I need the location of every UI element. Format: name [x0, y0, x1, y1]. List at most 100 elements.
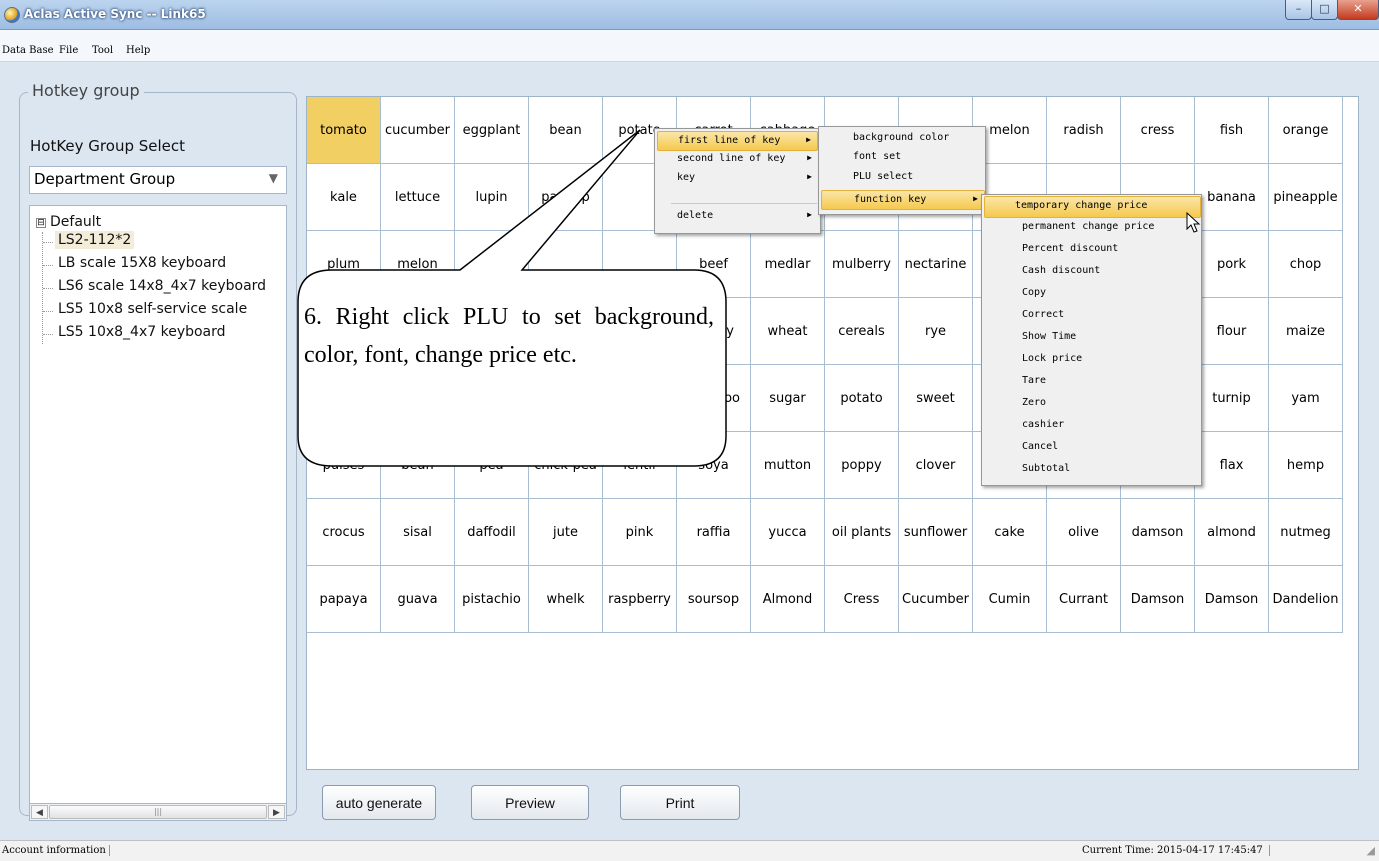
menu-item[interactable]: background color [821, 129, 985, 149]
tree-node[interactable]: LS5 10x8 self-service scale [43, 301, 251, 322]
menu-item[interactable]: Subtotal [984, 460, 1201, 482]
plu-key[interactable]: hemp [1269, 432, 1343, 499]
plu-key[interactable]: mutton [751, 432, 825, 499]
menu-item[interactable]: Show Time [984, 328, 1201, 350]
scrollbar-thumb[interactable]: ||| [49, 805, 267, 819]
plu-key[interactable]: nectarine [899, 231, 973, 298]
scroll-left-icon[interactable]: ◀ [31, 805, 48, 819]
plu-key[interactable]: maize [1269, 298, 1343, 365]
plu-key[interactable]: oil plants [825, 499, 899, 566]
plu-key[interactable]: Almond [751, 566, 825, 633]
plu-key[interactable]: banana [1195, 164, 1269, 231]
plu-key[interactable]: raffia [677, 499, 751, 566]
tree-node[interactable]: LS2-112*2 [43, 231, 135, 253]
menu-item[interactable]: delete ▶ [657, 207, 818, 227]
menu-item[interactable]: Cancel [984, 438, 1201, 460]
menu-database[interactable]: Data Base [2, 45, 54, 56]
close-button[interactable]: ✕ [1337, 0, 1379, 20]
plu-key[interactable]: soursop [677, 566, 751, 633]
preview-button[interactable]: Preview [471, 785, 589, 820]
plu-key[interactable]: radish [1047, 97, 1121, 164]
menu-item[interactable]: key ▶ [657, 169, 818, 189]
plu-key[interactable]: crocus [307, 499, 381, 566]
plu-key[interactable]: Damson [1195, 566, 1269, 633]
plu-key[interactable]: yam [1269, 365, 1343, 432]
plu-key[interactable]: papaya [307, 566, 381, 633]
plu-key[interactable]: Cucumber [899, 566, 973, 633]
plu-key[interactable]: clover [899, 432, 973, 499]
menu-item[interactable]: second line of key ▶ [657, 150, 818, 170]
menu-file[interactable]: File [59, 45, 78, 56]
menu-item[interactable]: cashier [984, 416, 1201, 438]
tree-node[interactable]: LS6 scale 14x8_4x7 keyboard [43, 278, 270, 299]
plu-key[interactable]: Damson [1121, 566, 1195, 633]
plu-key[interactable]: jute [529, 499, 603, 566]
tree-node[interactable]: LB scale 15X8 keyboard [43, 255, 230, 276]
plu-key[interactable]: cake [973, 499, 1047, 566]
menu-item[interactable]: first line of key ▶ [657, 131, 818, 151]
menu-help[interactable]: Help [126, 45, 150, 56]
tree-node[interactable]: LS5 10x8_4x7 keyboard [43, 324, 229, 345]
plu-key[interactable]: mulberry [825, 231, 899, 298]
auto-generate-button[interactable]: auto generate [322, 785, 436, 820]
plu-key[interactable]: cereals [825, 298, 899, 365]
menu-tool[interactable]: Tool [92, 45, 113, 56]
tree-root-default[interactable]: ⊟ Default [36, 214, 101, 230]
menu-item[interactable]: Percent discount [984, 240, 1201, 262]
plu-key[interactable]: turnip [1195, 365, 1269, 432]
department-group-select[interactable]: Department Group ▼ [29, 166, 287, 194]
plu-key[interactable]: flax [1195, 432, 1269, 499]
plu-key[interactable]: rye [899, 298, 973, 365]
plu-key[interactable]: pink [603, 499, 677, 566]
plu-key[interactable]: almond [1195, 499, 1269, 566]
print-button[interactable]: Print [620, 785, 740, 820]
menu-item[interactable]: PLU select [821, 168, 985, 188]
plu-key[interactable]: guava [381, 566, 455, 633]
plu-key[interactable]: sisal [381, 499, 455, 566]
plu-key[interactable]: orange [1269, 97, 1343, 164]
menu-item[interactable]: Cash discount [984, 262, 1201, 284]
collapse-icon[interactable]: ⊟ [36, 218, 46, 228]
menu-item[interactable]: Copy [984, 284, 1201, 306]
plu-key[interactable]: nutmeg [1269, 499, 1343, 566]
hotkey-group-tree[interactable]: ⊟ Default LS2-112*2 LB scale 15X8 keyboard… [29, 205, 287, 808]
plu-key[interactable]: poppy [825, 432, 899, 499]
scroll-right-icon[interactable]: ▶ [268, 805, 285, 819]
maximize-button[interactable]: □ [1311, 0, 1338, 20]
plu-key[interactable]: sunflower [899, 499, 973, 566]
resize-grip-icon[interactable]: ◢ [1367, 844, 1375, 857]
plu-key[interactable]: Cress [825, 566, 899, 633]
plu-key[interactable]: pineapple [1269, 164, 1343, 231]
plu-key[interactable]: damson [1121, 499, 1195, 566]
plu-key[interactable]: whelk [529, 566, 603, 633]
menu-item[interactable]: temporary change price [984, 196, 1201, 218]
horizontal-scrollbar[interactable]: ◀ ||| ▶ [29, 803, 287, 821]
plu-key[interactable]: pistachio [455, 566, 529, 633]
menu-item[interactable]: Lock price [984, 350, 1201, 372]
plu-key[interactable]: wheat [751, 298, 825, 365]
plu-key[interactable]: Cumin [973, 566, 1047, 633]
plu-key[interactable]: chop [1269, 231, 1343, 298]
plu-key[interactable]: potato [825, 365, 899, 432]
plu-key[interactable]: pork [1195, 231, 1269, 298]
plu-key[interactable]: sugar [751, 365, 825, 432]
plu-key[interactable]: fish [1195, 97, 1269, 164]
menu-item[interactable]: Correct [984, 306, 1201, 328]
plu-key[interactable]: cress [1121, 97, 1195, 164]
minimize-button[interactable]: – [1285, 0, 1312, 20]
menu-item[interactable]: Tare [984, 372, 1201, 394]
plu-key[interactable]: Currant [1047, 566, 1121, 633]
plu-key[interactable]: medlar [751, 231, 825, 298]
menu-item[interactable]: font set [821, 148, 985, 168]
plu-key[interactable]: raspberry [603, 566, 677, 633]
plu-key[interactable]: flour [1195, 298, 1269, 365]
plu-key[interactable]: daffodil [455, 499, 529, 566]
plu-key[interactable]: yucca [751, 499, 825, 566]
menu-item[interactable]: permanent change price [984, 218, 1201, 240]
menu-item[interactable]: Zero [984, 394, 1201, 416]
menu-item[interactable]: function key ▶ [821, 190, 985, 210]
plu-key[interactable]: sweet [899, 365, 973, 432]
plu-key[interactable]: olive [1047, 499, 1121, 566]
plu-key[interactable]: Dandelion [1269, 566, 1343, 633]
dropdown-arrow-icon[interactable]: ▼ [269, 171, 278, 185]
